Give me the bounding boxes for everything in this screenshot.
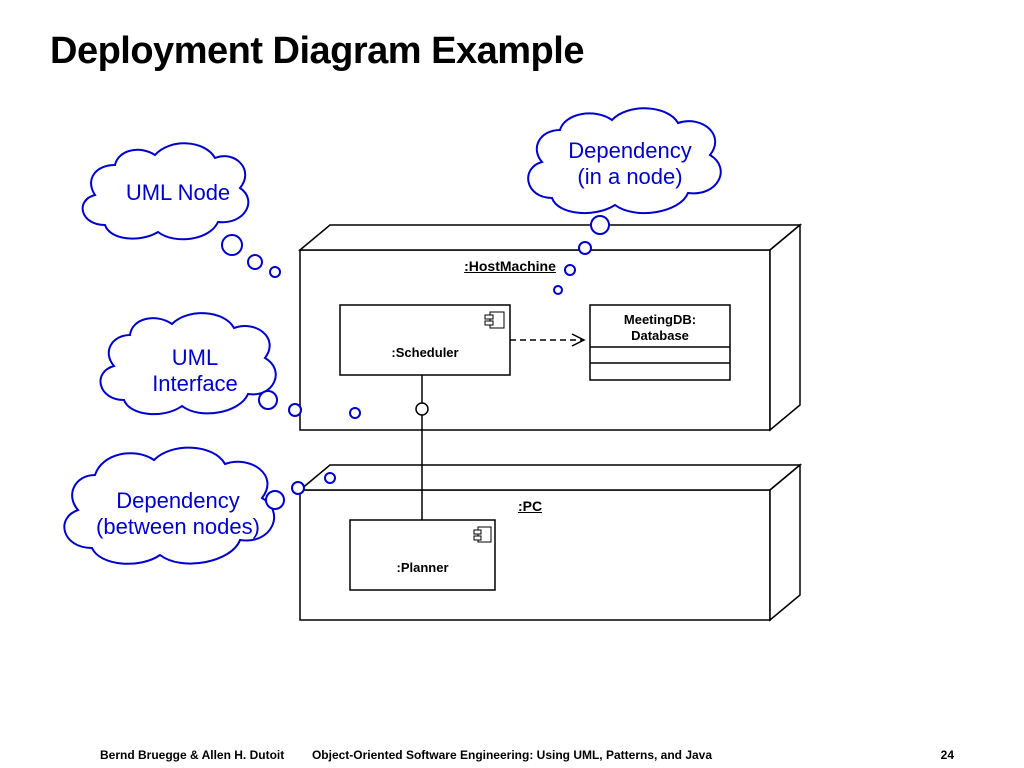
label-uml-node: UML Node xyxy=(118,180,238,206)
label-scheduler: :Scheduler xyxy=(340,345,510,360)
label-dependency-between: Dependency (between nodes) xyxy=(78,488,278,541)
text: (between nodes) xyxy=(96,514,260,539)
cloud-uml-node xyxy=(83,143,280,277)
component-planner xyxy=(350,520,495,590)
label-pc: :PC xyxy=(500,498,560,514)
text: UML xyxy=(172,345,218,370)
component-scheduler xyxy=(340,305,510,375)
text: Database xyxy=(631,328,689,343)
label-planner: :Planner xyxy=(350,560,495,575)
text: MeetingDB: xyxy=(624,312,696,327)
label-uml-interface: UML Interface xyxy=(135,345,255,398)
text: (in a node) xyxy=(577,164,682,189)
footer-center: Object-Oriented Software Engineering: Us… xyxy=(0,748,1024,762)
footer-right: 24 xyxy=(941,748,954,762)
text: Dependency xyxy=(116,488,240,513)
text: Interface xyxy=(152,371,238,396)
label-hostmachine: :HostMachine xyxy=(450,258,570,274)
label-dependency-in-node: Dependency (in a node) xyxy=(545,138,715,191)
label-meetingdb: MeetingDB: Database xyxy=(590,312,730,343)
text: Dependency xyxy=(568,138,692,163)
